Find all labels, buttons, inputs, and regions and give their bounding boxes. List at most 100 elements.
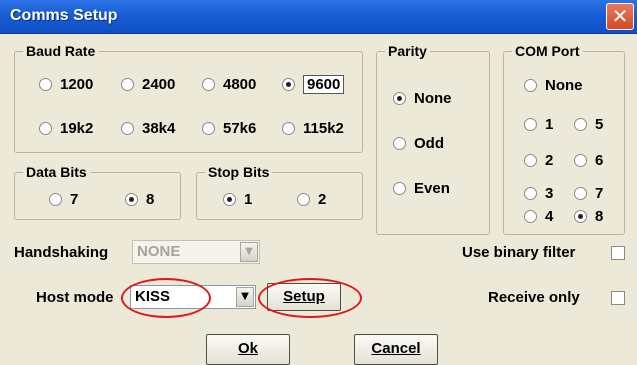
cancel-button[interactable]: Cancel [354, 334, 438, 365]
receive-only-checkbox[interactable] [611, 291, 625, 305]
radio-button-icon [524, 209, 537, 223]
radio-button-icon [202, 77, 215, 91]
radio-button-icon [297, 192, 310, 206]
baud-radio-9600[interactable]: 9600 [282, 74, 345, 94]
radio-button-icon [574, 153, 587, 167]
baud-label: 9600 [303, 74, 345, 94]
com-radio-3[interactable]: 3 [524, 184, 553, 202]
baud-label: 115k2 [303, 119, 344, 137]
baud-label: 19k2 [60, 119, 94, 137]
com-label: 8 [595, 207, 604, 225]
handshaking-combo[interactable]: NONE ▼ [132, 240, 260, 264]
parity-label: Even [414, 179, 450, 197]
com-radio-5[interactable]: 5 [574, 115, 603, 133]
chevron-down-icon: ▼ [236, 287, 254, 307]
ok-button[interactable]: Ok [206, 334, 290, 365]
com-radio-1[interactable]: 1 [524, 115, 553, 133]
stop-bits-legend: Stop Bits [205, 164, 273, 180]
radio-button-icon [393, 136, 406, 150]
stop-bits-radio-2[interactable]: 2 [297, 190, 326, 208]
stop-bits-label: 2 [318, 190, 327, 208]
baud-radio-57k6[interactable]: 57k6 [202, 119, 256, 137]
com-radio-7[interactable]: 7 [574, 184, 603, 202]
parity-label: None [414, 89, 452, 107]
stop-bits-radio-1[interactable]: 1 [223, 190, 252, 208]
close-button[interactable]: ✕ [606, 3, 634, 30]
radio-button-icon [121, 77, 134, 91]
annotation-ellipse-setup [258, 278, 362, 318]
radio-button-icon [223, 192, 236, 206]
radio-button-icon [49, 192, 62, 206]
stop-bits-label: 1 [244, 190, 253, 208]
radio-button-icon [524, 117, 537, 131]
close-icon: ✕ [611, 4, 629, 28]
com-label: 5 [595, 115, 604, 133]
com-label: None [545, 76, 583, 94]
ok-button-label: Ok [237, 340, 258, 357]
use-binary-filter-label: Use binary filter [462, 244, 576, 261]
data-bits-legend: Data Bits [23, 164, 90, 180]
com-radio-8[interactable]: 8 [574, 207, 603, 225]
com-port-legend: COM Port [512, 43, 583, 59]
data-bits-label: 7 [70, 190, 79, 208]
baud-radio-1200[interactable]: 1200 [39, 75, 93, 93]
com-label: 3 [545, 184, 554, 202]
baud-radio-115k2[interactable]: 115k2 [282, 119, 344, 137]
data-bits-radio-7[interactable]: 7 [49, 190, 78, 208]
chevron-down-icon: ▼ [240, 242, 258, 262]
radio-button-icon [393, 91, 406, 105]
use-binary-filter-checkbox[interactable] [611, 246, 625, 260]
baud-radio-2400[interactable]: 2400 [121, 75, 175, 93]
radio-button-icon [202, 121, 215, 135]
com-radio-none[interactable]: None [524, 76, 583, 94]
parity-group: Parity None Odd Even [376, 43, 490, 235]
com-radio-4[interactable]: 4 [524, 207, 553, 225]
baud-radio-38k4[interactable]: 38k4 [121, 119, 175, 137]
data-bits-radio-8[interactable]: 8 [125, 190, 154, 208]
radio-button-icon [282, 121, 295, 135]
radio-button-icon [393, 181, 406, 195]
radio-button-icon [574, 209, 587, 223]
parity-label: Odd [414, 134, 444, 152]
parity-radio-odd[interactable]: Odd [393, 134, 444, 152]
host-mode-label: Host mode [36, 289, 114, 306]
handshaking-value: NONE [137, 243, 181, 260]
parity-legend: Parity [385, 43, 430, 59]
receive-only-label: Receive only [488, 289, 580, 306]
baud-label: 1200 [60, 75, 94, 93]
com-label: 6 [595, 151, 604, 169]
radio-button-icon [282, 77, 295, 91]
baud-label: 4800 [223, 75, 257, 93]
radio-button-icon [524, 153, 537, 167]
radio-button-icon [574, 117, 587, 131]
baud-label: 2400 [142, 75, 176, 93]
radio-button-icon [524, 78, 537, 92]
baud-radio-4800[interactable]: 4800 [202, 75, 256, 93]
com-label: 7 [595, 184, 604, 202]
com-radio-6[interactable]: 6 [574, 151, 603, 169]
annotation-ellipse-host-mode [121, 278, 211, 318]
com-label: 2 [545, 151, 554, 169]
data-bits-group: Data Bits 7 8 [14, 164, 181, 220]
com-radio-2[interactable]: 2 [524, 151, 553, 169]
data-bits-label: 8 [146, 190, 155, 208]
title-bar[interactable]: Comms Setup ✕ [0, 0, 637, 34]
baud-rate-legend: Baud Rate [23, 43, 99, 59]
baud-rate-group: Baud Rate 1200 2400 4800 9600 19k2 38k4 … [14, 43, 363, 153]
radio-button-icon [125, 192, 138, 206]
baud-radio-19k2[interactable]: 19k2 [39, 119, 93, 137]
parity-radio-none[interactable]: None [393, 89, 452, 107]
baud-label: 38k4 [142, 119, 176, 137]
stop-bits-group: Stop Bits 1 2 [196, 164, 363, 220]
radio-button-icon [39, 121, 52, 135]
parity-radio-even[interactable]: Even [393, 179, 450, 197]
com-label: 4 [545, 207, 554, 225]
dialog-body: Baud Rate 1200 2400 4800 9600 19k2 38k4 … [0, 35, 637, 365]
radio-button-icon [574, 186, 587, 200]
radio-button-icon [121, 121, 134, 135]
cancel-button-label: Cancel [371, 340, 421, 357]
radio-button-icon [39, 77, 52, 91]
radio-button-icon [524, 186, 537, 200]
window-title: Comms Setup [10, 7, 118, 24]
com-port-group: COM Port None 1 5 2 6 3 7 4 8 [503, 43, 625, 235]
